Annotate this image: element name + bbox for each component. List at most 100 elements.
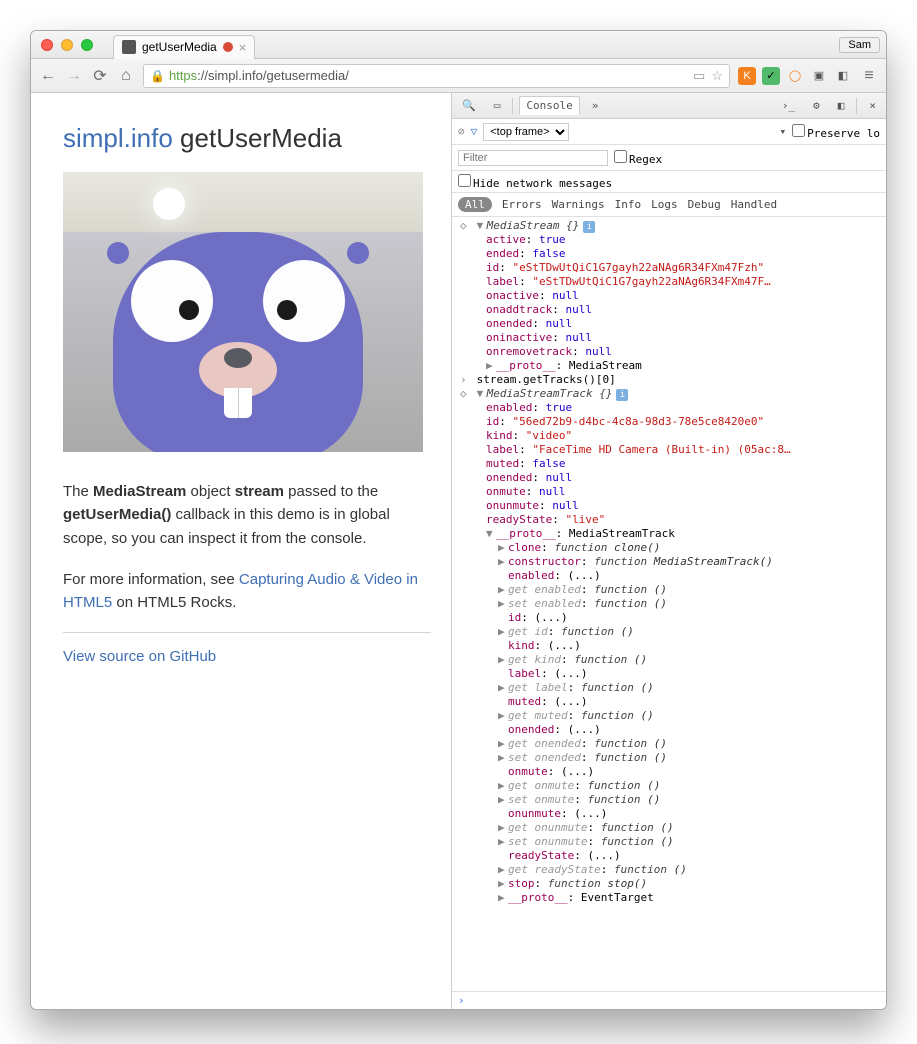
console-line[interactable]: ▶set onunmute: function () <box>456 835 886 849</box>
minimize-window-button[interactable] <box>61 39 73 51</box>
frame-dropdown-icon[interactable]: ▾ <box>780 125 787 138</box>
console-line[interactable]: onunmute: (...) <box>456 807 886 821</box>
console-line[interactable]: label: "eStTDwUtQiC1G7gayh22aNAg6R34FXm4… <box>456 275 886 289</box>
console-line[interactable]: ended: false <box>456 247 886 261</box>
clear-console-icon[interactable]: ⊘ <box>458 125 465 138</box>
console-line[interactable]: readyState: (...) <box>456 849 886 863</box>
frame-selector[interactable]: <top frame> <box>483 123 569 141</box>
profile-chip[interactable]: Sam <box>839 37 880 53</box>
drawer-toggle-icon[interactable]: ›_ <box>776 97 801 114</box>
preserve-log-checkbox[interactable]: Preserve lo <box>792 124 880 140</box>
console-line[interactable]: label: "FaceTime HD Camera (Built-in) (0… <box>456 443 886 457</box>
filter-funnel-icon[interactable]: ▽ <box>471 125 478 138</box>
console-line[interactable]: ▶get muted: function () <box>456 709 886 723</box>
console-line[interactable]: ▶constructor: function MediaStreamTrack(… <box>456 555 886 569</box>
console-line[interactable]: ◇ ▼MediaStreamTrack {}i <box>456 387 886 401</box>
browser-window: getUserMedia × Sam ← → ⟳ ⌂ 🔒 https ://si… <box>30 30 887 1010</box>
console-line[interactable]: ▶clone: function clone() <box>456 541 886 555</box>
console-line[interactable]: ▶__proto__: EventTarget <box>456 891 886 905</box>
log-level-warnings[interactable]: Warnings <box>552 198 605 211</box>
inspect-icon[interactable]: 🔍 <box>456 97 482 114</box>
camera-indicator-icon[interactable]: ▭ <box>693 68 705 84</box>
console-line[interactable]: onended: null <box>456 471 886 485</box>
console-line[interactable]: active: true <box>456 233 886 247</box>
address-bar[interactable]: 🔒 https ://simpl.info/getusermedia/ ▭ ☆ <box>143 64 730 88</box>
console-line[interactable]: onended: (...) <box>456 723 886 737</box>
console-line[interactable]: ▶__proto__: MediaStream <box>456 359 886 373</box>
console-line[interactable]: ▶set onended: function () <box>456 751 886 765</box>
console-line[interactable]: onactive: null <box>456 289 886 303</box>
hamburger-menu-button[interactable]: ≡ <box>860 67 878 85</box>
extension-icon[interactable]: ✓ <box>762 67 780 85</box>
console-prompt[interactable]: › <box>452 991 886 1009</box>
paragraph: For more information, see Capturing Audi… <box>63 568 431 615</box>
console-line[interactable]: ▶get onended: function () <box>456 737 886 751</box>
hide-network-checkbox[interactable]: Hide network messages <box>458 174 612 190</box>
settings-gear-icon[interactable]: ⚙ <box>807 97 826 114</box>
device-mode-icon[interactable]: ▭ <box>488 97 507 114</box>
console-line[interactable]: kind: (...) <box>456 639 886 653</box>
console-tab[interactable]: Console <box>519 96 579 115</box>
console-line[interactable]: onaddtrack: null <box>456 303 886 317</box>
browser-tab[interactable]: getUserMedia × <box>113 35 255 59</box>
tab-close-button[interactable]: × <box>239 40 247 55</box>
url-path: ://simpl.info/getusermedia/ <box>197 68 349 83</box>
console-line[interactable]: onmute: null <box>456 485 886 499</box>
maximize-window-button[interactable] <box>81 39 93 51</box>
extension-icon[interactable]: K <box>738 67 756 85</box>
log-level-errors[interactable]: Errors <box>502 198 542 211</box>
console-line[interactable]: readyState: "live" <box>456 513 886 527</box>
extension-icon[interactable]: ◧ <box>834 67 852 85</box>
console-line[interactable]: ◇ ▼MediaStream {}i <box>456 219 886 233</box>
console-line[interactable]: ▶get onmute: function () <box>456 779 886 793</box>
console-line[interactable]: onremovetrack: null <box>456 345 886 359</box>
console-line[interactable]: muted: false <box>456 457 886 471</box>
console-line[interactable]: onunmute: null <box>456 499 886 513</box>
log-level-debug[interactable]: Debug <box>688 198 721 211</box>
back-button[interactable]: ← <box>39 67 57 85</box>
console-line[interactable]: oninactive: null <box>456 331 886 345</box>
reload-button[interactable]: ⟳ <box>91 66 109 86</box>
filter-input[interactable] <box>458 150 608 166</box>
console-line[interactable]: ▼__proto__: MediaStreamTrack <box>456 527 886 541</box>
console-line[interactable]: ▶get kind: function () <box>456 653 886 667</box>
console-line[interactable]: kind: "video" <box>456 429 886 443</box>
console-line[interactable]: label: (...) <box>456 667 886 681</box>
view-source-link[interactable]: View source on GitHub <box>63 648 216 665</box>
console-line[interactable]: enabled: (...) <box>456 569 886 583</box>
console-line[interactable]: id: (...) <box>456 611 886 625</box>
close-devtools-button[interactable]: × <box>863 97 882 114</box>
site-home-link[interactable]: simpl.info <box>63 123 173 153</box>
bookmark-star-icon[interactable]: ☆ <box>711 68 723 84</box>
extension-icon[interactable]: ◯ <box>786 67 804 85</box>
console-line[interactable]: id: "eStTDwUtQiC1G7gayh22aNAg6R34FXm47Fz… <box>456 261 886 275</box>
cast-icon[interactable]: ▣ <box>810 67 828 85</box>
console-output[interactable]: ◇ ▼MediaStream {}iactive: trueended: fal… <box>452 217 886 991</box>
more-tabs-button[interactable]: » <box>586 97 605 114</box>
log-level-handled[interactable]: Handled <box>731 198 777 211</box>
forward-button[interactable]: → <box>65 67 83 85</box>
console-line[interactable]: ▶get id: function () <box>456 625 886 639</box>
log-level-all[interactable]: All <box>458 197 492 212</box>
console-line[interactable]: ▶get onunmute: function () <box>456 821 886 835</box>
log-level-logs[interactable]: Logs <box>651 198 678 211</box>
regex-checkbox[interactable]: Regex <box>614 150 662 166</box>
home-button[interactable]: ⌂ <box>117 67 135 85</box>
console-line[interactable]: ▶get readyState: function () <box>456 863 886 877</box>
console-line[interactable]: ▶get label: function () <box>456 681 886 695</box>
console-line[interactable]: muted: (...) <box>456 695 886 709</box>
log-level-bar: All Errors Warnings Info Logs Debug Handled <box>452 193 886 217</box>
close-window-button[interactable] <box>41 39 53 51</box>
console-line[interactable]: ▶set enabled: function () <box>456 597 886 611</box>
dock-side-icon[interactable]: ◧ <box>832 97 851 114</box>
log-level-info[interactable]: Info <box>615 198 642 211</box>
console-line[interactable]: ▶set onmute: function () <box>456 793 886 807</box>
console-line[interactable]: ▶get enabled: function () <box>456 583 886 597</box>
console-line[interactable]: › stream.getTracks()[0] <box>456 373 886 387</box>
console-line[interactable]: id: "56ed72b9-d4bc-4c8a-98d3-78e5ce8420e… <box>456 415 886 429</box>
console-line[interactable]: onended: null <box>456 317 886 331</box>
console-line[interactable]: onmute: (...) <box>456 765 886 779</box>
toolbar: ← → ⟳ ⌂ 🔒 https ://simpl.info/getusermed… <box>31 59 886 93</box>
console-line[interactable]: enabled: true <box>456 401 886 415</box>
console-line[interactable]: ▶stop: function stop() <box>456 877 886 891</box>
